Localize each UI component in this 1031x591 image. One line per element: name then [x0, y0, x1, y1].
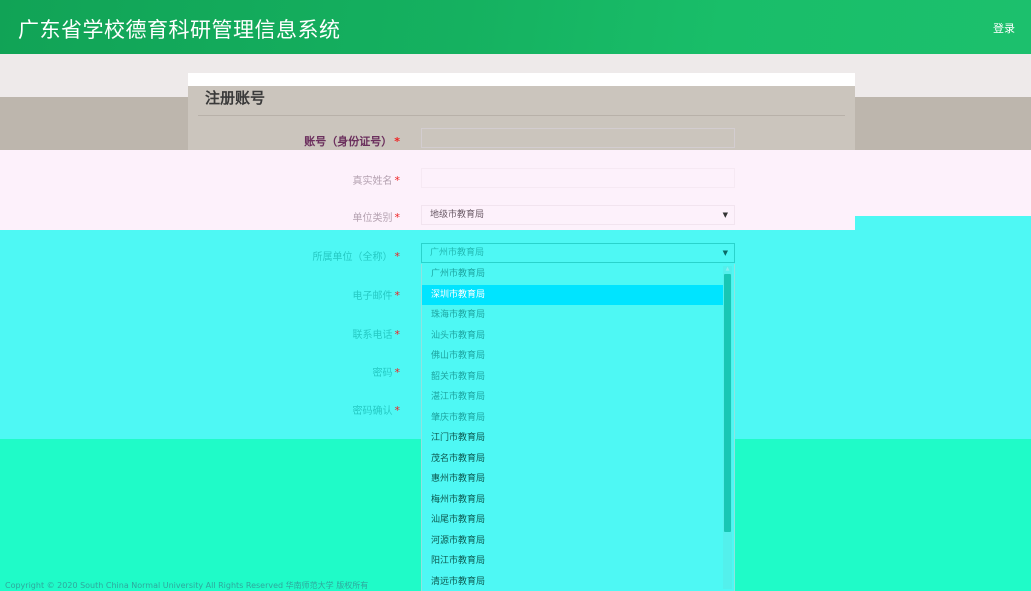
required-mark: *: [394, 135, 400, 148]
unit-type-label: 单位类别 *: [353, 209, 401, 224]
required-mark: *: [394, 366, 401, 379]
dropdown-option[interactable]: 佛山市教育局: [422, 346, 723, 367]
dropdown-option[interactable]: 汕头市教育局: [422, 326, 723, 347]
card-title: 注册账号: [205, 89, 266, 107]
email-label: 电子邮件 *: [353, 287, 401, 302]
real-name-label: 真实姓名 *: [353, 172, 401, 187]
dropdown-option[interactable]: 惠州市教育局: [422, 469, 723, 490]
dropdown-option[interactable]: 河源市教育局: [422, 531, 723, 552]
required-mark: *: [394, 211, 401, 224]
scrollbar[interactable]: ▲: [723, 266, 732, 589]
dropdown-option[interactable]: 汕尾市教育局: [422, 510, 723, 531]
dropdown-option[interactable]: 阳江市教育局: [422, 551, 723, 572]
dropdown-option[interactable]: 梅州市教育局: [422, 490, 723, 511]
password-confirm-label-text: 密码确认: [352, 406, 393, 417]
required-mark: *: [394, 289, 401, 302]
top-header: 广东省学校德育科研管理信息系统 登录: [0, 0, 1031, 54]
account-input[interactable]: [421, 128, 735, 148]
login-link[interactable]: 登录: [993, 20, 1015, 36]
password-confirm-label: 密码确认 *: [353, 402, 401, 417]
required-mark: *: [394, 250, 401, 263]
password-label: 密码 *: [373, 364, 401, 379]
account-label-text: 账号（身份证号）: [304, 135, 393, 148]
unit-type-value: 地级市教育局: [430, 210, 485, 220]
scrollbar-thumb[interactable]: [724, 274, 731, 532]
footer-copyright: Copyright © 2020 South China Normal Univ…: [5, 581, 369, 590]
dropdown-option[interactable]: 广州市教育局: [422, 264, 723, 285]
unit-name-dropdown[interactable]: 广州市教育局 深圳市教育局 珠海市教育局 汕头市教育局 佛山市教育局 韶关市教育局 湛江市教…: [421, 264, 735, 591]
required-mark: *: [394, 328, 401, 341]
dropdown-list: 广州市教育局 深圳市教育局 珠海市教育局 汕头市教育局 佛山市教育局 韶关市教育局 湛江市教…: [422, 264, 723, 591]
dropdown-option[interactable]: 深圳市教育局: [422, 284, 723, 305]
app-title: 广东省学校德育科研管理信息系统: [18, 18, 341, 42]
unit-name-label-text: 所属单位（全称）: [312, 252, 393, 263]
dropdown-option[interactable]: 江门市教育局: [422, 428, 723, 449]
dropdown-option[interactable]: 韶关市教育局: [422, 367, 723, 388]
unit-name-value: 广州市教育局: [430, 248, 485, 258]
required-mark: *: [394, 404, 401, 417]
dropdown-option[interactable]: 清远市教育局: [422, 572, 723, 591]
divider: [198, 115, 845, 116]
dropdown-option[interactable]: 茂名市教育局: [422, 449, 723, 470]
real-name-input[interactable]: [421, 168, 735, 188]
real-name-label-text: 真实姓名: [352, 176, 393, 187]
chevron-down-icon: ▼: [722, 249, 728, 257]
dropdown-option[interactable]: 肇庆市教育局: [422, 408, 723, 429]
unit-type-select[interactable]: 地级市教育局 ▼: [421, 205, 735, 225]
chevron-down-icon: ▼: [722, 211, 728, 219]
scroll-up-icon[interactable]: ▲: [724, 266, 731, 272]
unit-name-label: 所属单位（全称） *: [313, 248, 401, 263]
unit-type-label-text: 单位类别: [352, 213, 393, 224]
password-label-text: 密码: [372, 368, 393, 379]
email-label-text: 电子邮件: [352, 291, 393, 302]
phone-label: 联系电话 *: [353, 326, 401, 341]
unit-name-select[interactable]: 广州市教育局 ▼: [421, 243, 735, 263]
phone-label-text: 联系电话: [352, 330, 393, 341]
account-label: 账号（身份证号） *: [304, 133, 400, 149]
dropdown-option[interactable]: 珠海市教育局: [422, 305, 723, 326]
required-mark: *: [394, 174, 401, 187]
dropdown-option[interactable]: 湛江市教育局: [422, 387, 723, 408]
